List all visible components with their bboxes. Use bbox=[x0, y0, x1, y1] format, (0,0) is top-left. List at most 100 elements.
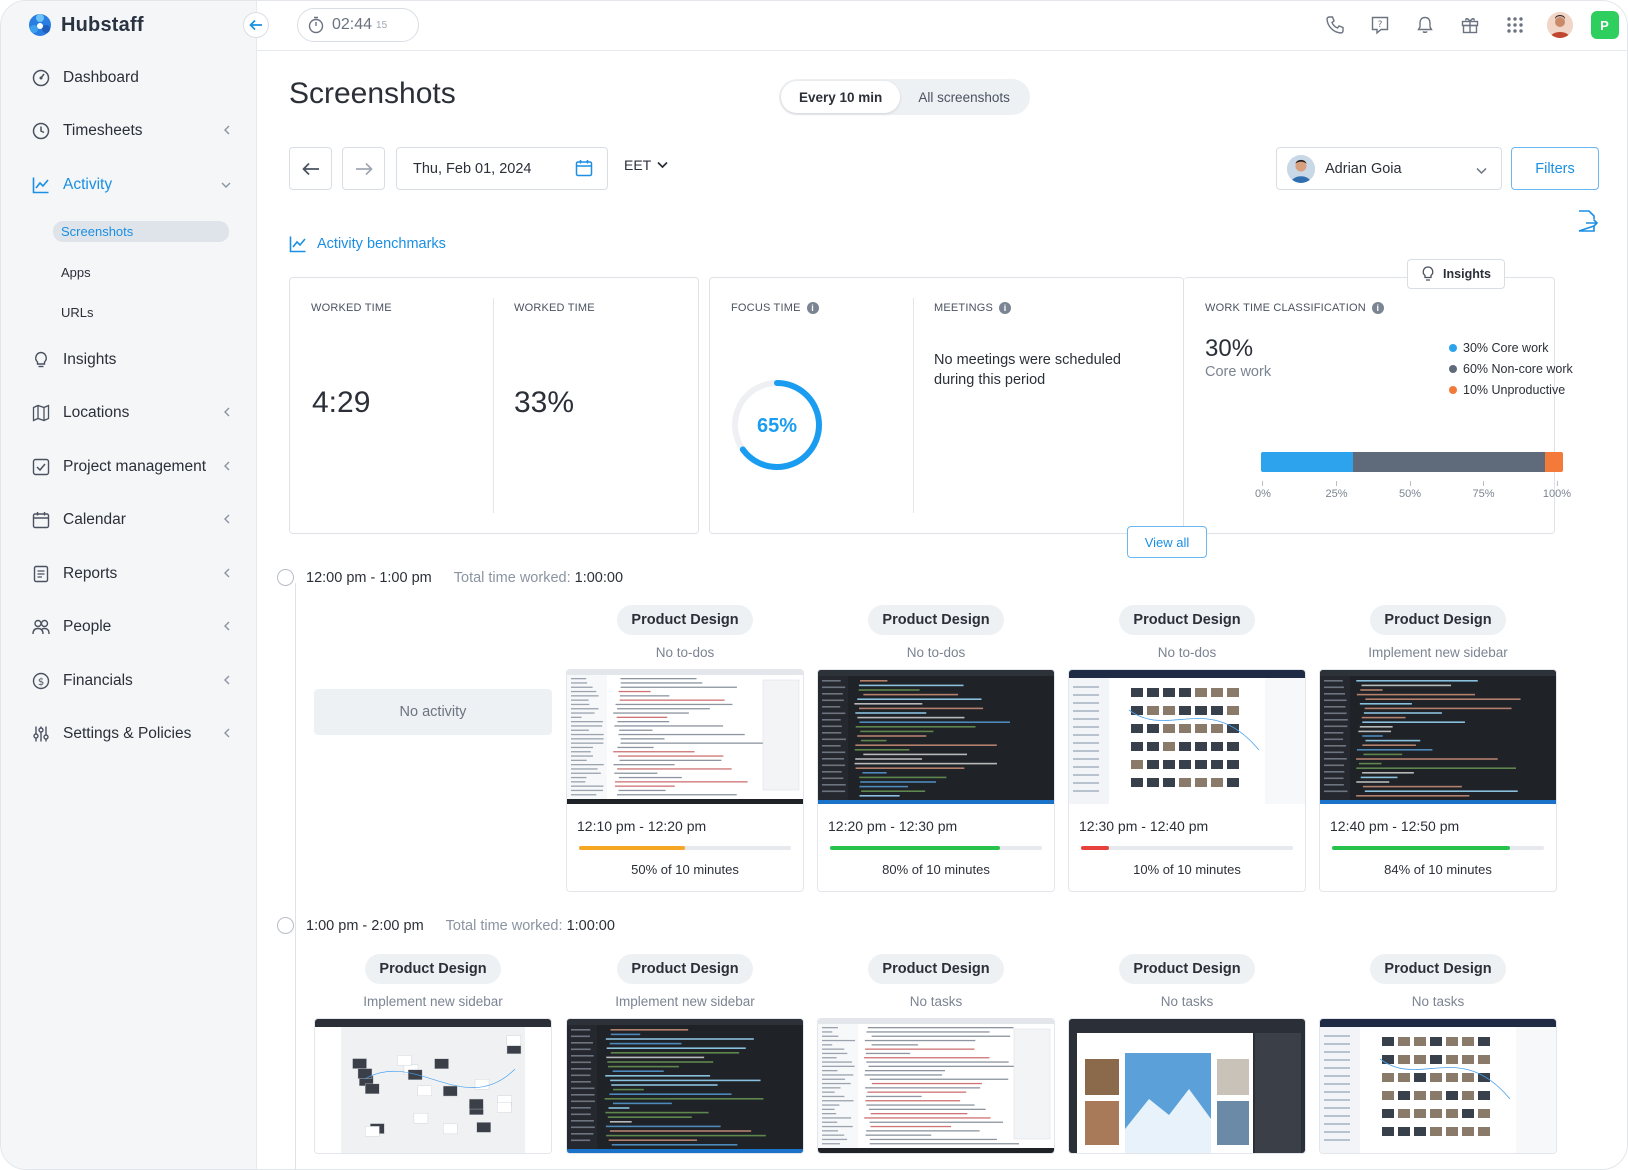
info-icon[interactable]: i bbox=[806, 302, 819, 314]
activity-progress-fill bbox=[830, 846, 1000, 850]
sidebar-item-financials[interactable]: $ Financials bbox=[1, 654, 257, 708]
collapse-sidebar-button[interactable] bbox=[243, 12, 269, 38]
sidebar-item-settings-policies[interactable]: Settings & Policies bbox=[1, 708, 257, 762]
sidebar-item-people[interactable]: People bbox=[1, 601, 257, 655]
help-icon: ? bbox=[1371, 16, 1388, 35]
timezone-dropdown[interactable]: EET bbox=[624, 157, 668, 173]
sidebar-item-dashboard[interactable]: Dashboard bbox=[1, 51, 257, 105]
next-day-button[interactable] bbox=[342, 147, 385, 190]
screenshot-thumbnail bbox=[818, 1019, 1054, 1153]
sidebar-item-locations[interactable]: Locations bbox=[1, 387, 257, 441]
sidebar-item-label: People bbox=[63, 618, 112, 636]
screenshot-frame[interactable] bbox=[817, 1018, 1055, 1154]
toggle-all-screenshots[interactable]: All screenshots bbox=[900, 81, 1028, 113]
classification-segment bbox=[1352, 452, 1545, 472]
sidebar-item-timesheets[interactable]: Timesheets bbox=[1, 105, 257, 159]
export-button[interactable] bbox=[1576, 209, 1599, 236]
screenshot-frame[interactable]: 12:10 pm - 12:20 pm 50% of 10 minutes bbox=[566, 669, 804, 892]
filters-button[interactable]: Filters bbox=[1511, 147, 1599, 190]
sidebar-item-activity[interactable]: Activity bbox=[1, 158, 257, 212]
avatar bbox=[1546, 12, 1573, 38]
sidebar-item-calendar[interactable]: Calendar bbox=[1, 494, 257, 548]
phone-icon bbox=[1325, 16, 1344, 34]
activity-progress-fill bbox=[1081, 846, 1109, 850]
arrow-left-icon bbox=[249, 19, 262, 31]
timeline-node bbox=[277, 917, 294, 934]
screenshot-frame[interactable]: 12:30 pm - 12:40 pm 10% of 10 minutes bbox=[1068, 669, 1306, 892]
app-window: Hubstaff Dashboard Timesheets Activity S… bbox=[0, 0, 1628, 1170]
sidebar-item-label: Reports bbox=[63, 564, 118, 582]
no-activity-placeholder: No activity bbox=[314, 689, 552, 735]
screenshot-frame[interactable] bbox=[1068, 1018, 1306, 1154]
time-slot-header: 12:00 pm - 1:00 pm Total time worked: 1:… bbox=[277, 569, 623, 586]
focus-time-label: FOCUS TIME i bbox=[731, 302, 819, 314]
screenshot-card: Product Design Implement new sidebar bbox=[566, 954, 804, 1154]
total-time-value: 1:00:00 bbox=[574, 569, 624, 586]
sidebar-item-label: Timesheets bbox=[63, 122, 143, 140]
task-label: Implement new sidebar bbox=[1368, 645, 1508, 660]
screenshot-frame[interactable] bbox=[314, 1018, 552, 1154]
sidebar-subitem-screenshots[interactable]: Screenshots bbox=[53, 212, 257, 253]
project-badge: Product Design bbox=[868, 605, 1004, 635]
screenshot-frame[interactable] bbox=[1319, 1018, 1557, 1154]
dollar-icon: $ bbox=[31, 671, 51, 691]
activity-progress-bar bbox=[1332, 846, 1544, 850]
apps-grid-button[interactable] bbox=[1492, 1, 1537, 49]
screenshot-card: Product Design No tasks bbox=[1319, 954, 1557, 1154]
activity-percent: 84% of 10 minutes bbox=[1384, 862, 1492, 877]
axis-tick: 100% bbox=[1543, 481, 1571, 500]
project-badge: Product Design bbox=[365, 954, 501, 984]
screenshot-card: Product Design Implement new sidebar 12:40… bbox=[1319, 605, 1557, 892]
activity-percent: 80% of 10 minutes bbox=[882, 862, 990, 877]
activity-percent: 10% of 10 minutes bbox=[1133, 862, 1241, 877]
info-icon[interactable]: i bbox=[1371, 302, 1384, 314]
topbar-actions: ? P bbox=[1312, 1, 1627, 49]
screenshot-frame[interactable]: 12:40 pm - 12:50 pm 84% of 10 minutes bbox=[1319, 669, 1557, 892]
activity-progress-fill bbox=[1332, 846, 1511, 850]
classification-axis: 0% 25% 50% 75% 100% bbox=[1255, 481, 1571, 501]
legend-item-non-core: 60% Non-core work bbox=[1449, 358, 1573, 379]
brand[interactable]: Hubstaff bbox=[27, 11, 144, 39]
date-picker[interactable]: Thu, Feb 01, 2024 bbox=[396, 147, 608, 190]
timer-widget[interactable]: 02:44 15 bbox=[297, 8, 419, 42]
help-button[interactable]: ? bbox=[1357, 1, 1402, 49]
focus-donut: 65% bbox=[732, 380, 822, 470]
sidebar-item-label: Financials bbox=[63, 671, 133, 689]
chevron-down-icon bbox=[1476, 163, 1487, 179]
chevron-left-icon bbox=[223, 404, 231, 422]
gift-button[interactable] bbox=[1447, 1, 1492, 49]
view-all-button[interactable]: View all bbox=[1127, 526, 1207, 558]
sidebar-item-label: Settings & Policies bbox=[63, 725, 192, 743]
screenshot-frame[interactable]: 12:20 pm - 12:30 pm 80% of 10 minutes bbox=[817, 669, 1055, 892]
phone-button[interactable] bbox=[1312, 1, 1357, 49]
screenshot-card: Product Design No tasks bbox=[1068, 954, 1306, 1154]
activity-benchmarks-link[interactable]: Activity benchmarks bbox=[289, 235, 446, 253]
sidebar-item-project-management[interactable]: Project management bbox=[1, 440, 257, 494]
sidebar-item-reports[interactable]: Reports bbox=[1, 547, 257, 601]
notifications-button[interactable] bbox=[1402, 1, 1447, 49]
task-label: Implement new sidebar bbox=[363, 994, 503, 1009]
previous-day-button[interactable] bbox=[289, 147, 332, 190]
toggle-every-10-min[interactable]: Every 10 min bbox=[781, 81, 901, 113]
screenshot-thumbnail bbox=[567, 670, 803, 804]
sidebar-subitem-urls[interactable]: URLs bbox=[53, 293, 257, 334]
user-select[interactable]: Adrian Goia bbox=[1276, 147, 1502, 190]
insights-button[interactable]: Insights bbox=[1407, 259, 1505, 289]
activity-progress-bar bbox=[1081, 846, 1293, 850]
project-badge: Product Design bbox=[1119, 954, 1255, 984]
sidebar-nav: Dashboard Timesheets Activity Screenshot… bbox=[1, 51, 257, 761]
task-label: No to-dos bbox=[655, 645, 715, 660]
screenshot-frame[interactable] bbox=[566, 1018, 804, 1154]
organization-switcher[interactable]: P bbox=[1582, 1, 1627, 49]
activity-chart-icon bbox=[289, 236, 306, 253]
screenshot-time-range: 12:40 pm - 12:50 pm bbox=[1330, 818, 1460, 834]
project-badge: Product Design bbox=[617, 605, 753, 635]
info-icon[interactable]: i bbox=[999, 302, 1012, 314]
map-icon bbox=[31, 403, 51, 423]
axis-tick: 50% bbox=[1399, 481, 1421, 500]
profile-avatar-button[interactable] bbox=[1537, 1, 1582, 49]
core-work-value: 30% bbox=[1205, 335, 1254, 362]
hubstaff-logo-icon bbox=[29, 14, 51, 36]
sidebar-subitem-apps[interactable]: Apps bbox=[53, 252, 257, 293]
sidebar-item-insights[interactable]: Insights bbox=[1, 333, 257, 387]
